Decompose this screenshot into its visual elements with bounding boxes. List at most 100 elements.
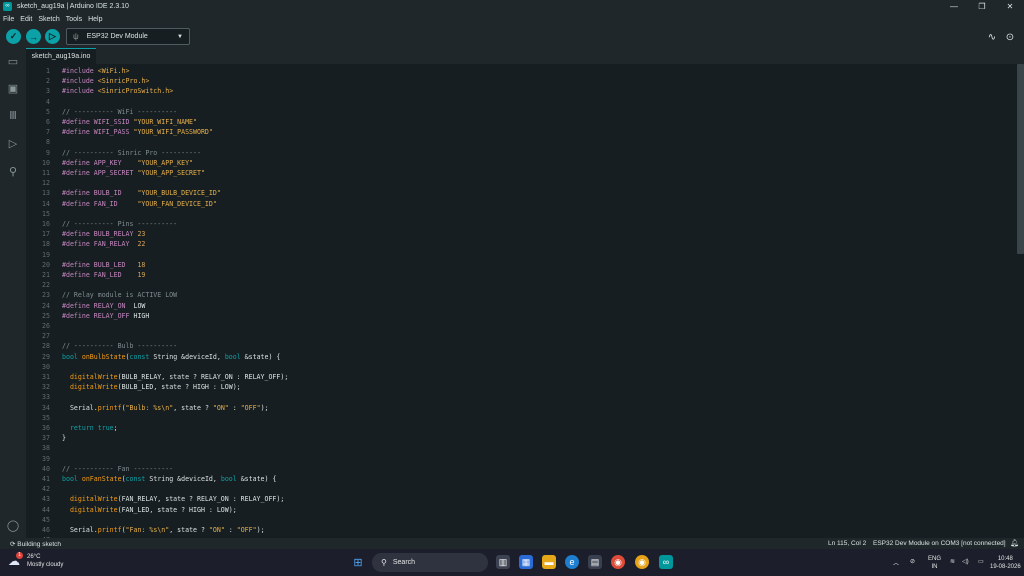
code-line[interactable]: 16 // ---------- Pins ---------- xyxy=(26,219,1016,229)
chrome-profile-icon[interactable]: ◉ xyxy=(635,555,649,569)
tab-sketch-file[interactable]: sketch_aug19a.ino xyxy=(26,48,96,64)
build-status: ⟳ Building sketch xyxy=(10,541,61,548)
serial-plotter-icon[interactable]: ∿ xyxy=(985,30,999,44)
code-line[interactable]: 30 xyxy=(26,362,1016,372)
code-line[interactable]: 14 #define FAN_ID "YOUR_FAN_DEVICE_ID" xyxy=(26,199,1016,209)
debug-button[interactable]: ▷ xyxy=(45,29,60,44)
serial-monitor-icon[interactable]: ⊙ xyxy=(1003,30,1017,44)
code-line[interactable]: 26 xyxy=(26,321,1016,331)
library-manager-icon[interactable]: Ⅲ xyxy=(6,108,20,122)
line-number: 18 xyxy=(42,240,50,249)
code-line[interactable]: 34 Serial.printf("Bulb: %s\n", state ? "… xyxy=(26,403,1016,413)
code-line[interactable]: 20 #define BULB_LED 18 xyxy=(26,260,1016,270)
code-line[interactable]: 25 #define RELAY_OFF HIGH xyxy=(26,311,1016,321)
minimize-icon[interactable]: — xyxy=(940,0,968,12)
clock[interactable]: 10:48 19-08-2026 xyxy=(990,555,1021,571)
code-line[interactable]: 1 #include <WiFi.h> xyxy=(26,66,1016,76)
code-line[interactable]: 43 digitalWrite(FAN_RELAY, state ? RELAY… xyxy=(26,494,1016,504)
code-line[interactable]: 28 // ---------- Bulb ---------- xyxy=(26,341,1016,351)
upload-button[interactable]: → xyxy=(26,29,41,44)
widgets-icon[interactable]: ▦ xyxy=(519,555,533,569)
board-label: ESP32 Dev Module xyxy=(86,33,148,40)
store-icon[interactable]: ▤ xyxy=(588,555,602,569)
debug-icon[interactable]: ▷ xyxy=(6,136,20,150)
code-line[interactable]: 17 #define BULB_RELAY 23 xyxy=(26,229,1016,239)
code-line[interactable]: 35 xyxy=(26,413,1016,423)
code-line[interactable]: 8 xyxy=(26,137,1016,147)
code-line[interactable]: 33 xyxy=(26,392,1016,402)
menu-file[interactable]: File xyxy=(3,16,14,23)
line-number: 44 xyxy=(42,505,50,514)
code-line[interactable]: 21 #define FAN_LED 19 xyxy=(26,270,1016,280)
code-text: #define FAN_LED 19 xyxy=(62,271,146,279)
code-line[interactable]: 23 // Relay module is ACTIVE LOW xyxy=(26,290,1016,300)
code-line[interactable]: 22 xyxy=(26,280,1016,290)
code-line[interactable]: 41 bool onFanState(const String &deviceId… xyxy=(26,474,1016,484)
board-selector[interactable]: ψ ESP32 Dev Module ▼ xyxy=(66,28,190,45)
code-line[interactable]: 40 // ---------- Fan ---------- xyxy=(26,464,1016,474)
editor-scrollbar[interactable] xyxy=(1017,64,1024,254)
code-line[interactable]: 27 xyxy=(26,331,1016,341)
code-line[interactable]: 36 return true; xyxy=(26,423,1016,433)
code-line[interactable]: 12 xyxy=(26,178,1016,188)
code-line[interactable]: 6 #define WIFI_SSID "YOUR_WIFI_NAME" xyxy=(26,117,1016,127)
code-line[interactable]: 10 #define APP_KEY "YOUR_APP_KEY" xyxy=(26,158,1016,168)
menu-help[interactable]: Help xyxy=(88,16,102,23)
verify-button[interactable]: ✓ xyxy=(6,29,21,44)
wifi-icon[interactable]: ≋ xyxy=(950,558,955,565)
code-line[interactable]: 11 #define APP_SECRET "YOUR_APP_SECRET" xyxy=(26,168,1016,178)
code-line[interactable]: 42 xyxy=(26,484,1016,494)
arduino-taskbar-icon[interactable]: ∞ xyxy=(659,555,673,569)
boards-manager-icon[interactable]: ▣ xyxy=(6,81,20,95)
board-port-status[interactable]: ESP32 Dev Module on COM3 [not connected] xyxy=(873,540,1006,547)
volume-icon[interactable]: ◁) xyxy=(962,558,969,565)
edge-browser-icon[interactable]: e xyxy=(565,555,579,569)
code-editor[interactable]: 1 #include <WiFi.h> 2 #include <SinricPro.h… xyxy=(26,64,1024,538)
code-line[interactable]: 13 #define BULB_ID "YOUR_BULB_DEVICE_ID" xyxy=(26,188,1016,198)
close-icon[interactable]: ✕ xyxy=(996,0,1024,12)
code-line[interactable]: 7 #define WIFI_PASS "YOUR_WIFI_PASSWORD" xyxy=(26,127,1016,137)
code-line[interactable]: 37} xyxy=(26,433,1016,443)
task-view-icon[interactable]: ▥ xyxy=(496,555,510,569)
tray-chevron-icon[interactable]: ︿ xyxy=(893,558,899,567)
menu-sketch[interactable]: Sketch xyxy=(38,16,59,23)
notification-bell-icon[interactable]: 🔔︎ xyxy=(1010,539,1019,547)
code-text: // ---------- Fan ---------- xyxy=(62,464,174,473)
code-line[interactable]: 5 // ---------- WiFi ---------- xyxy=(26,107,1016,117)
code-line[interactable]: 2 #include <SinricPro.h> xyxy=(26,76,1016,86)
account-icon[interactable]: ◯ xyxy=(6,518,20,532)
windows-start-icon[interactable]: ⊞ xyxy=(351,555,365,569)
line-number: 7 xyxy=(46,128,50,137)
chevron-down-icon: ▼ xyxy=(177,33,183,40)
file-explorer-icon[interactable]: ▬ xyxy=(542,555,556,569)
code-line[interactable]: 29 bool onBulbState(const String &deviceI… xyxy=(26,352,1016,362)
code-line[interactable]: 32 digitalWrite(BULB_LED, state ? HIGH :… xyxy=(26,382,1016,392)
code-line[interactable]: 39 xyxy=(26,454,1016,464)
code-line[interactable]: 31 digitalWrite(BULB_RELAY, state ? RELA… xyxy=(26,372,1016,382)
menu-edit[interactable]: Edit xyxy=(20,16,32,23)
code-line[interactable]: 18 #define FAN_RELAY 22 xyxy=(26,239,1016,249)
code-line[interactable]: 45 xyxy=(26,515,1016,525)
code-line[interactable]: 4 xyxy=(26,97,1016,107)
code-line[interactable]: 15 xyxy=(26,209,1016,219)
code-line[interactable]: 38 xyxy=(26,443,1016,453)
code-line[interactable]: 46 Serial.printf("Fan: %s\n", state ? "O… xyxy=(26,525,1016,535)
menu-tools[interactable]: Tools xyxy=(66,16,82,23)
search-icon[interactable]: ⚲ xyxy=(6,164,20,178)
code-line[interactable]: 44 digitalWrite(FAN_LED, state ? HIGH : … xyxy=(26,505,1016,515)
code-line[interactable]: 19 xyxy=(26,250,1016,260)
code-line[interactable]: 9 // ---------- Sinric Pro ---------- xyxy=(26,148,1016,158)
weather-widget[interactable]: ☁ 26°C Mostly cloudy 1 xyxy=(8,552,63,569)
line-number: 22 xyxy=(42,281,50,290)
code-line[interactable]: 24 #define RELAY_ON LOW xyxy=(26,301,1016,311)
maximize-icon[interactable]: ❐ xyxy=(968,0,996,12)
code-text: digitalWrite(BULB_RELAY, state ? RELAY_O… xyxy=(69,373,289,381)
code-line[interactable]: 3 #include <SinricProSwitch.h> xyxy=(26,86,1016,96)
line-number: 5 xyxy=(46,107,50,116)
folder-icon[interactable]: ▭ xyxy=(6,54,20,68)
network-off-icon[interactable]: ⊘ xyxy=(910,558,915,565)
language-indicator[interactable]: ENG IN xyxy=(928,555,941,571)
battery-icon[interactable]: ▭ xyxy=(978,558,984,565)
chrome-icon[interactable]: ◉ xyxy=(611,555,625,569)
taskbar-search[interactable]: ⚲ Search xyxy=(372,553,488,572)
